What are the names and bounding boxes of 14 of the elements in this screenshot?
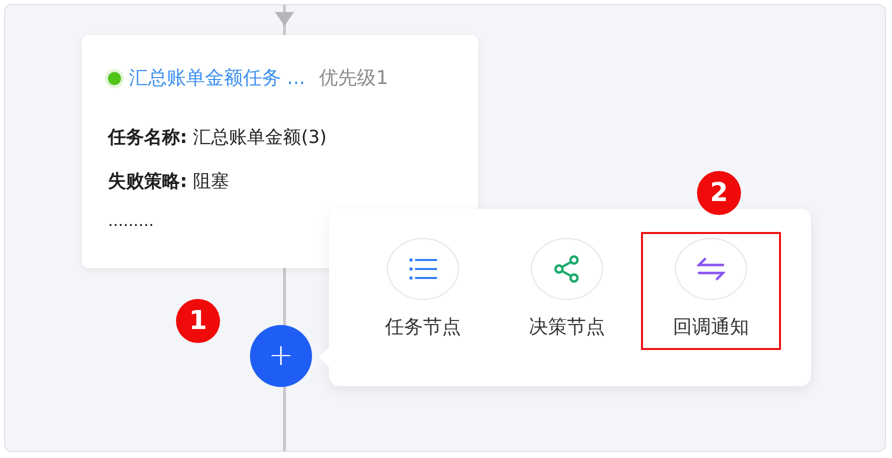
node-card[interactable]: 汇总账单金额任务 ... 优先级1 任务名称: 汇总账单金额(3) 失败策略: 阻塞 ......... [82,35,478,268]
menu-item[interactable]: 决策节点 [497,232,637,350]
priority-label: 优先级1 [319,66,388,91]
node-title: 汇总账单金额任务 ... [129,66,306,91]
callout-badge: 2 [697,171,741,215]
field-text: 任务名称: 汇总账单金额(3) [108,126,328,149]
callout-badge: 1 [176,299,220,343]
menu-item[interactable]: 回调通知 [641,232,781,350]
field-text: 失败策略: 阻塞 [108,170,230,193]
add-button[interactable]: + [250,325,312,387]
arrowhead-icon [275,12,294,26]
share-icon [554,255,580,283]
list-icon [409,258,437,280]
more-text: ......... [108,211,155,230]
